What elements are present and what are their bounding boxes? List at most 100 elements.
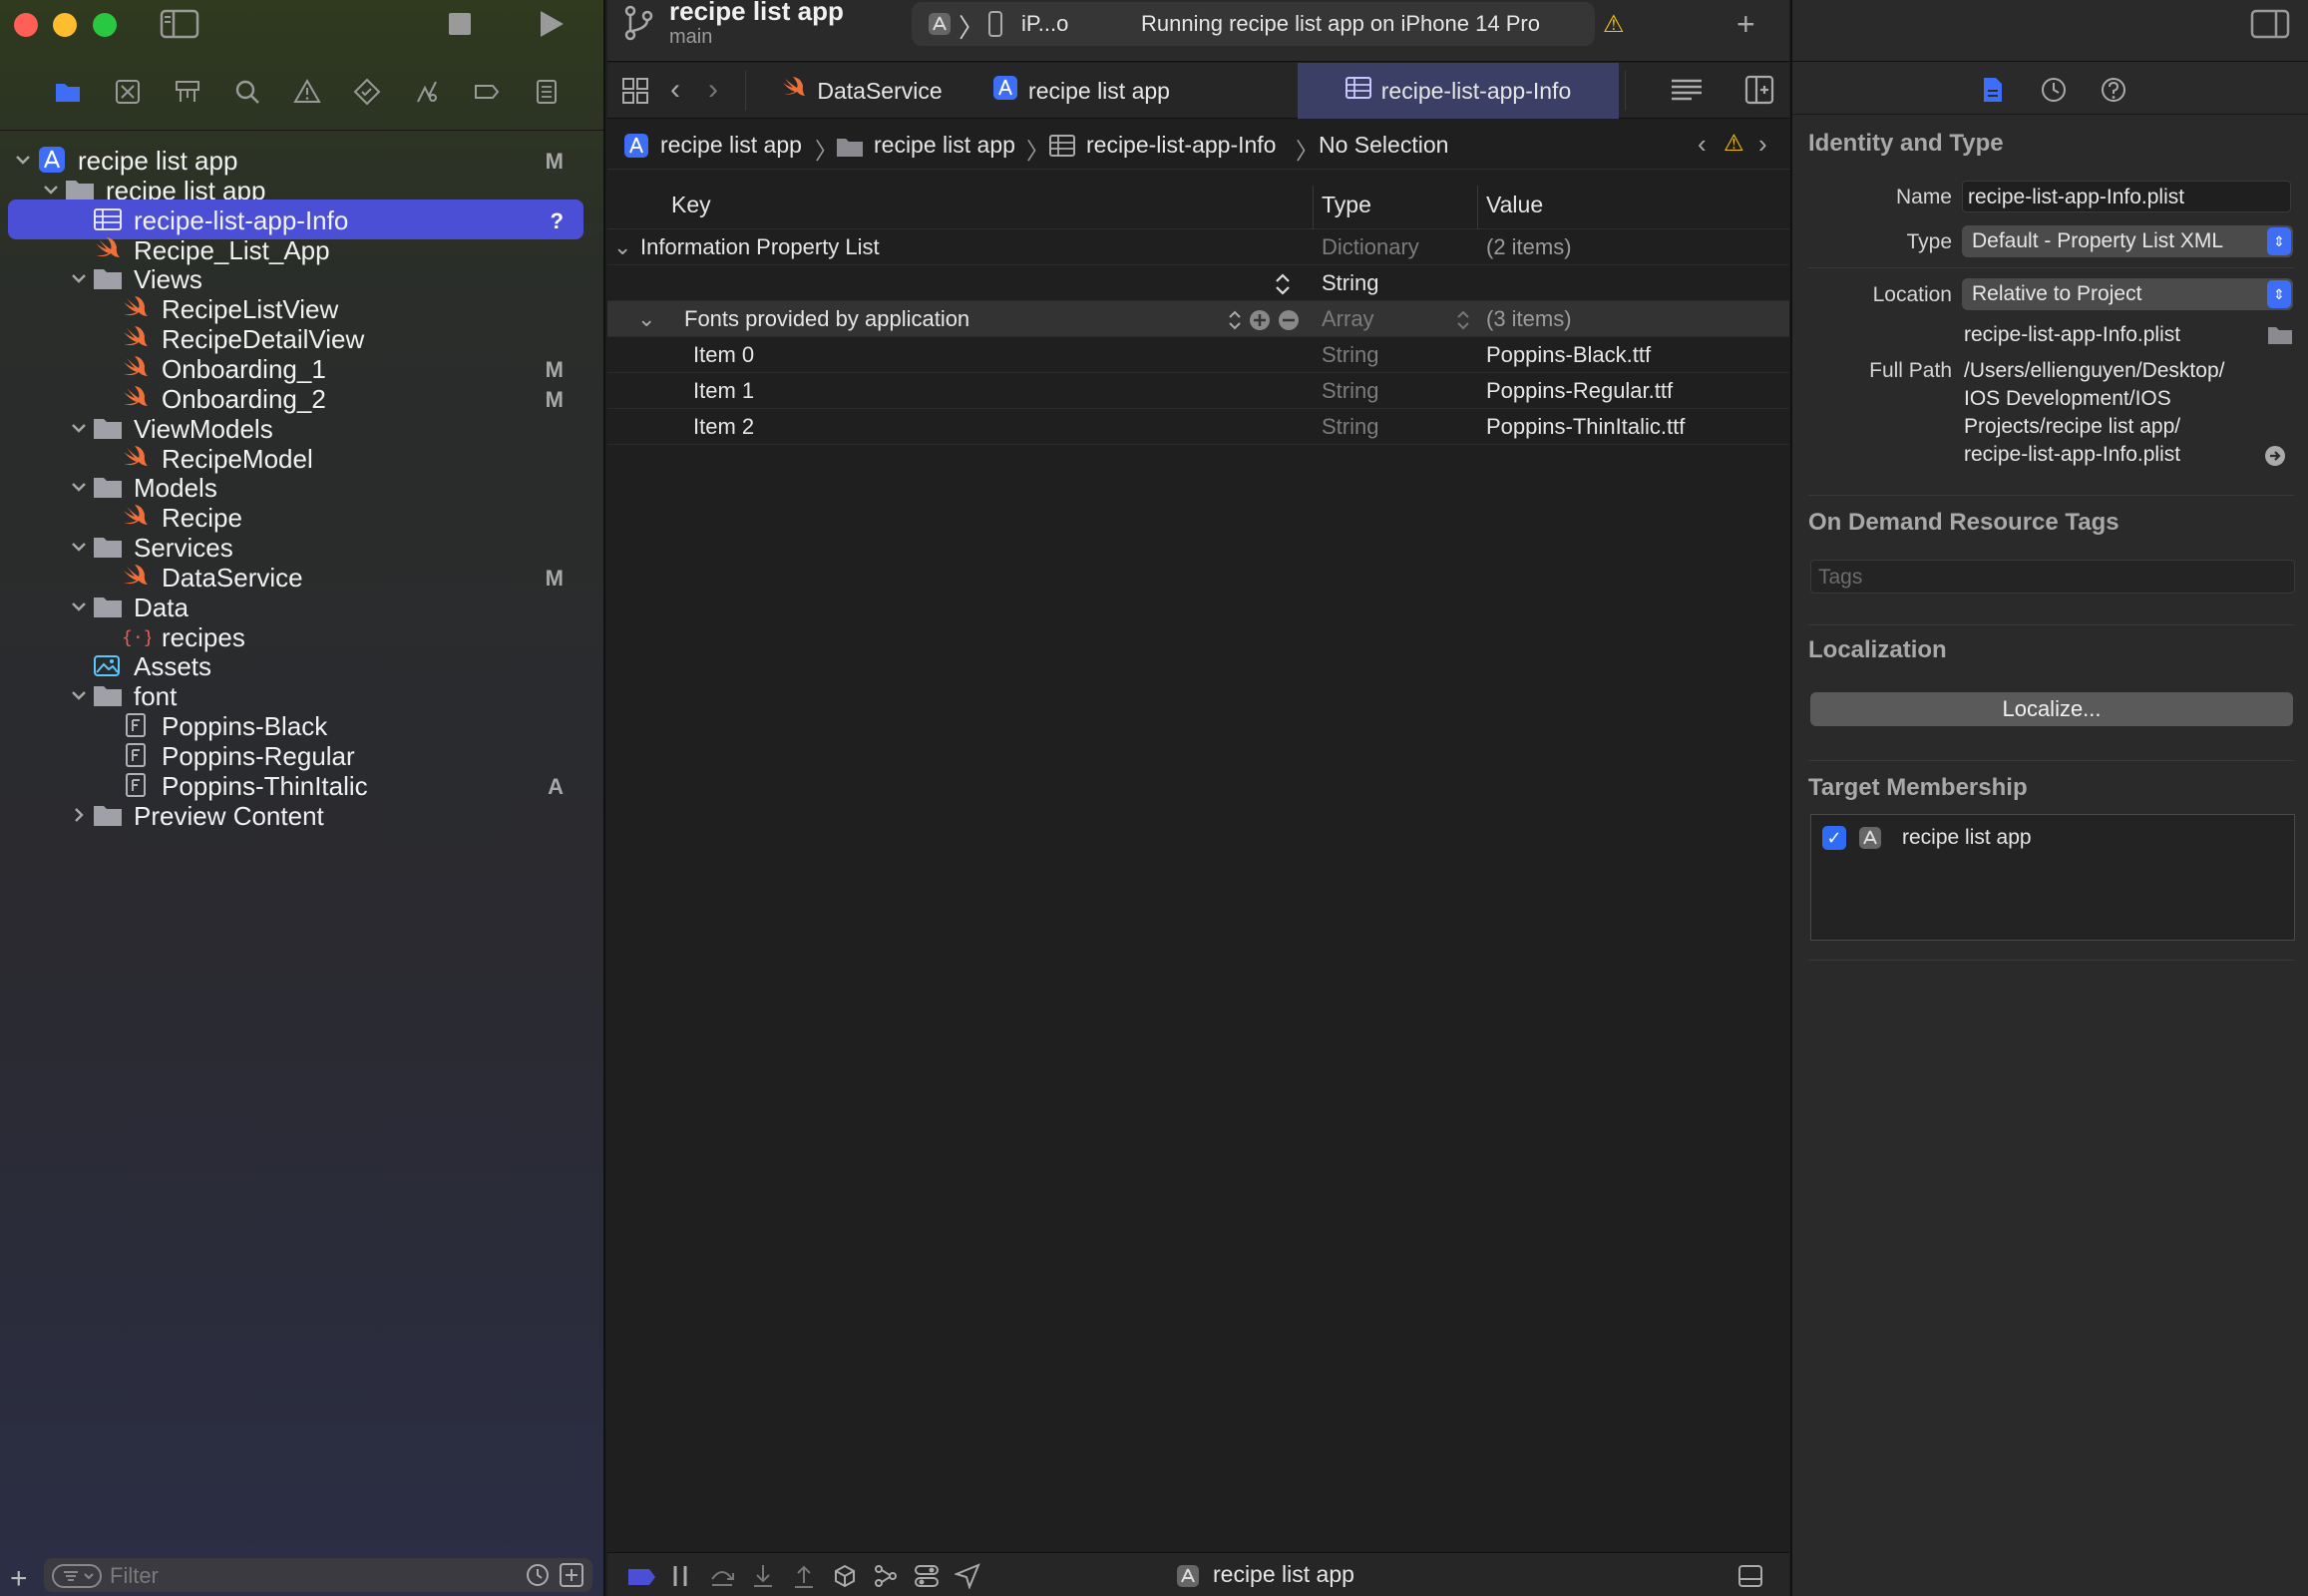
warning-icon[interactable]: ⚠ (1603, 10, 1625, 39)
sidebar-toggle-icon[interactable] (160, 8, 199, 46)
chevron-down-icon[interactable] (68, 536, 90, 558)
column-divider (1477, 186, 1478, 229)
jumpbar-project[interactable]: recipe list app (660, 132, 802, 159)
chevron-down-icon[interactable]: ⌄ (637, 306, 655, 332)
zoom-window-button[interactable] (93, 13, 117, 37)
report-navigator-icon[interactable] (517, 72, 577, 112)
location-popup[interactable]: Relative to Project ⇕ (1962, 278, 2293, 310)
breakpoints-toggle-icon[interactable] (627, 1567, 655, 1593)
history-inspector-icon[interactable] (2040, 76, 2068, 109)
target-membership-list (1810, 814, 2295, 941)
source-control-filter-icon[interactable] (559, 1562, 584, 1593)
minimize-window-button[interactable] (53, 13, 77, 37)
recent-files-icon[interactable] (525, 1562, 551, 1593)
stop-icon[interactable] (446, 10, 474, 44)
editor-options-icon[interactable] (1670, 77, 1704, 110)
close-window-button[interactable] (14, 13, 38, 37)
folder-icon[interactable] (2267, 325, 2293, 350)
plist-row-item[interactable]: Item 1 String Poppins-Regular.ttf (607, 373, 1789, 409)
value-column-header[interactable]: Value (1486, 192, 1543, 218)
app-scheme-icon[interactable] (928, 12, 952, 41)
back-arrow-icon[interactable]: ‹ (670, 73, 680, 107)
plist-type[interactable]: Array (1322, 306, 1374, 332)
localize-button[interactable]: Localize... (1810, 692, 2293, 726)
updown-stepper-icon[interactable] (1455, 309, 1471, 336)
target-membership-title[interactable]: Target Membership (1808, 774, 2028, 802)
updown-stepper-icon[interactable] (1227, 309, 1243, 336)
previous-issue-icon[interactable]: ‹ (1698, 129, 1707, 160)
chevron-down-icon[interactable] (68, 417, 90, 439)
simulate-location-icon[interactable] (954, 1563, 980, 1590)
chevron-down-icon[interactable] (68, 267, 90, 289)
step-out-icon[interactable] (791, 1563, 817, 1589)
plist-row-item[interactable]: Item 2 String Poppins-ThinItalic.ttf (607, 409, 1789, 445)
quick-help-icon[interactable] (2100, 76, 2127, 109)
tab-recipe-list-app[interactable]: recipe list app (957, 63, 1206, 119)
warning-icon[interactable]: ⚠ (1724, 130, 1744, 157)
plist-value[interactable]: Poppins-Regular.ttf (1486, 378, 1673, 404)
plist-row-item[interactable]: Item 0 String Poppins-Black.ttf (607, 337, 1789, 373)
plist-type[interactable]: String (1322, 270, 1378, 296)
chevron-down-icon[interactable] (40, 179, 62, 200)
tags-field[interactable] (1810, 560, 2295, 594)
run-destination[interactable]: iP...o (1021, 11, 1068, 37)
add-editor-icon[interactable] (1744, 75, 1774, 110)
iphone-icon[interactable] (987, 11, 1003, 42)
debug-navigator-icon[interactable] (397, 72, 457, 112)
chevron-down-icon[interactable] (12, 149, 34, 171)
test-navigator-icon[interactable] (337, 72, 397, 112)
type-popup[interactable]: Default - Property List XML ⇕ (1962, 225, 2293, 257)
tab-dataservice[interactable]: DataService (767, 63, 957, 119)
chevron-down-icon[interactable] (68, 596, 90, 617)
updown-stepper-icon[interactable] (1274, 273, 1292, 300)
tab-recipe-list-app-info[interactable]: recipe-list-app-Info (1298, 63, 1619, 119)
chevron-down-icon[interactable]: ⌄ (613, 234, 631, 260)
debug-process-name[interactable]: recipe list app (1213, 1561, 1354, 1588)
chevron-right-icon[interactable] (68, 804, 90, 826)
run-icon[interactable] (537, 8, 567, 46)
symbol-navigator-icon[interactable] (158, 72, 217, 112)
grid-icon[interactable] (621, 77, 649, 110)
console-toggle-icon[interactable] (1737, 1563, 1763, 1589)
file-inspector-icon[interactable] (1982, 76, 2004, 109)
forward-arrow-icon[interactable]: › (708, 73, 718, 107)
remove-item-icon[interactable] (1278, 309, 1300, 336)
project-navigator-icon[interactable] (38, 72, 98, 112)
filter-options-icon[interactable] (52, 1564, 102, 1593)
chevron-down-icon[interactable] (68, 476, 90, 498)
environment-overrides-icon[interactable] (914, 1563, 940, 1589)
source-control-navigator-icon[interactable] (98, 72, 158, 112)
target-checkbox[interactable]: ✓ (1822, 826, 1846, 850)
project-title[interactable]: recipe list app (669, 0, 844, 27)
jumpbar-file[interactable]: recipe-list-app-Info (1086, 132, 1276, 159)
reveal-in-finder-icon[interactable] (2264, 445, 2286, 472)
plist-value[interactable]: Poppins-Black.ttf (1486, 342, 1651, 368)
next-issue-icon[interactable]: › (1758, 129, 1767, 160)
tree-item[interactable]: Preview Content (8, 795, 583, 835)
key-column-header[interactable]: Key (671, 192, 711, 218)
identity-section-title[interactable]: Identity and Type (1808, 130, 2004, 158)
inspector-toggle-icon[interactable] (2250, 8, 2290, 45)
view-hierarchy-icon[interactable] (832, 1563, 858, 1589)
jumpbar-group[interactable]: recipe list app (874, 132, 1015, 159)
plist-row-empty[interactable]: String (607, 265, 1789, 301)
find-navigator-icon[interactable] (217, 72, 277, 112)
app-icon (623, 133, 649, 164)
chevron-down-icon[interactable] (68, 684, 90, 706)
type-column-header[interactable]: Type (1322, 192, 1371, 218)
odr-section-title[interactable]: On Demand Resource Tags (1808, 509, 2119, 537)
memory-graph-icon[interactable] (873, 1563, 899, 1589)
step-into-icon[interactable] (750, 1563, 776, 1589)
library-plus-icon[interactable]: + (1736, 6, 1755, 43)
localization-section-title[interactable]: Localization (1808, 636, 1947, 664)
step-over-icon[interactable] (709, 1563, 735, 1589)
add-icon[interactable]: + (10, 1562, 28, 1596)
plist-row-root[interactable]: ⌄ Information Property List Dictionary (… (607, 229, 1789, 265)
issue-navigator-icon[interactable] (277, 72, 337, 112)
add-item-icon[interactable] (1249, 309, 1271, 336)
pause-icon[interactable] (668, 1563, 694, 1589)
jumpbar-selection[interactable]: No Selection (1319, 132, 1448, 159)
plist-row-fonts[interactable]: ⌄ Fonts provided by application Array (3… (607, 301, 1789, 337)
plist-value[interactable]: Poppins-ThinItalic.ttf (1486, 414, 1685, 440)
breakpoint-navigator-icon[interactable] (457, 72, 517, 112)
